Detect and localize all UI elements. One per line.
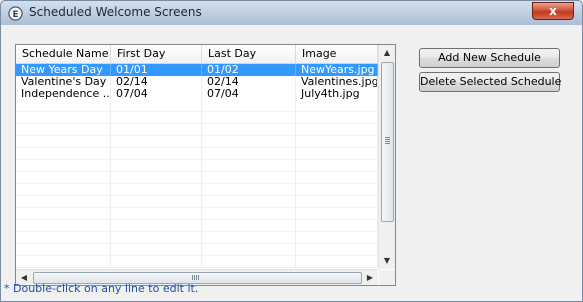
window-title: Scheduled Welcome Screens [29, 5, 202, 19]
empty-row [16, 100, 378, 112]
scroll-right-arrow-icon[interactable]: ▶ [362, 270, 378, 285]
cell-first-day: 02/14 [111, 76, 202, 88]
cell-image: July4th.jpg [296, 88, 378, 100]
vertical-scrollbar[interactable]: ▲ ▼ [378, 45, 395, 269]
empty-row [16, 160, 378, 172]
vertical-scroll-thumb[interactable] [381, 62, 394, 222]
edit-hint-text: * Double-click on any line to edit it. [4, 282, 199, 295]
empty-row [16, 244, 378, 256]
cell-schedule-name: Valentine's Day [16, 76, 111, 88]
cell-last-day: 01/02 [202, 64, 296, 76]
close-button[interactable]: x [532, 2, 574, 20]
empty-row [16, 172, 378, 184]
cell-last-day: 02/14 [202, 76, 296, 88]
svg-text:E: E [13, 9, 19, 19]
empty-row [16, 124, 378, 136]
schedule-list[interactable]: Schedule Name First Day Last Day Image N… [15, 44, 396, 286]
empty-row [16, 112, 378, 124]
add-new-schedule-button[interactable]: Add New Schedule [419, 48, 560, 68]
empty-row [16, 148, 378, 160]
empty-row [16, 136, 378, 148]
table-row[interactable]: Valentine's Day 02/14 02/14 Valentines.j… [16, 76, 378, 88]
table-row[interactable]: Independence ... 07/04 07/04 July4th.jpg [16, 88, 378, 100]
column-header-last-day[interactable]: Last Day [202, 45, 296, 63]
column-header-first-day[interactable]: First Day [111, 45, 202, 63]
cell-first-day: 01/01 [111, 64, 202, 76]
cell-image: NewYears.jpg [296, 64, 378, 76]
app-logo-icon: E [8, 6, 23, 21]
grip-icon [192, 275, 199, 280]
scrollbar-corner [379, 270, 395, 285]
empty-row [16, 232, 378, 244]
cell-image: Valentines.jpg [296, 76, 378, 88]
empty-row [16, 220, 378, 232]
empty-row [16, 184, 378, 196]
grip-icon [385, 137, 390, 144]
table-row[interactable]: New Years Day 01/01 01/02 NewYears.jpg [16, 64, 378, 76]
cell-first-day: 07/04 [111, 88, 202, 100]
empty-row [16, 196, 378, 208]
cell-last-day: 07/04 [202, 88, 296, 100]
column-header-schedule-name[interactable]: Schedule Name [16, 45, 111, 63]
empty-row [16, 208, 378, 220]
scroll-up-arrow-icon[interactable]: ▲ [379, 45, 395, 61]
scroll-down-arrow-icon[interactable]: ▼ [379, 253, 395, 269]
scheduled-welcome-screens-window: E Scheduled Welcome Screens x Schedule N… [0, 0, 583, 302]
title-bar[interactable]: E Scheduled Welcome Screens x [1, 1, 582, 25]
column-header-image[interactable]: Image [296, 45, 378, 63]
delete-selected-schedule-button[interactable]: Delete Selected Schedule [419, 72, 561, 92]
cell-schedule-name: New Years Day [16, 64, 111, 76]
list-body: New Years Day 01/01 01/02 NewYears.jpg V… [16, 64, 378, 270]
cell-schedule-name: Independence ... [16, 88, 111, 100]
list-header: Schedule Name First Day Last Day Image [16, 45, 378, 64]
window-content: Schedule Name First Day Last Day Image N… [2, 26, 581, 300]
empty-row [16, 256, 378, 268]
